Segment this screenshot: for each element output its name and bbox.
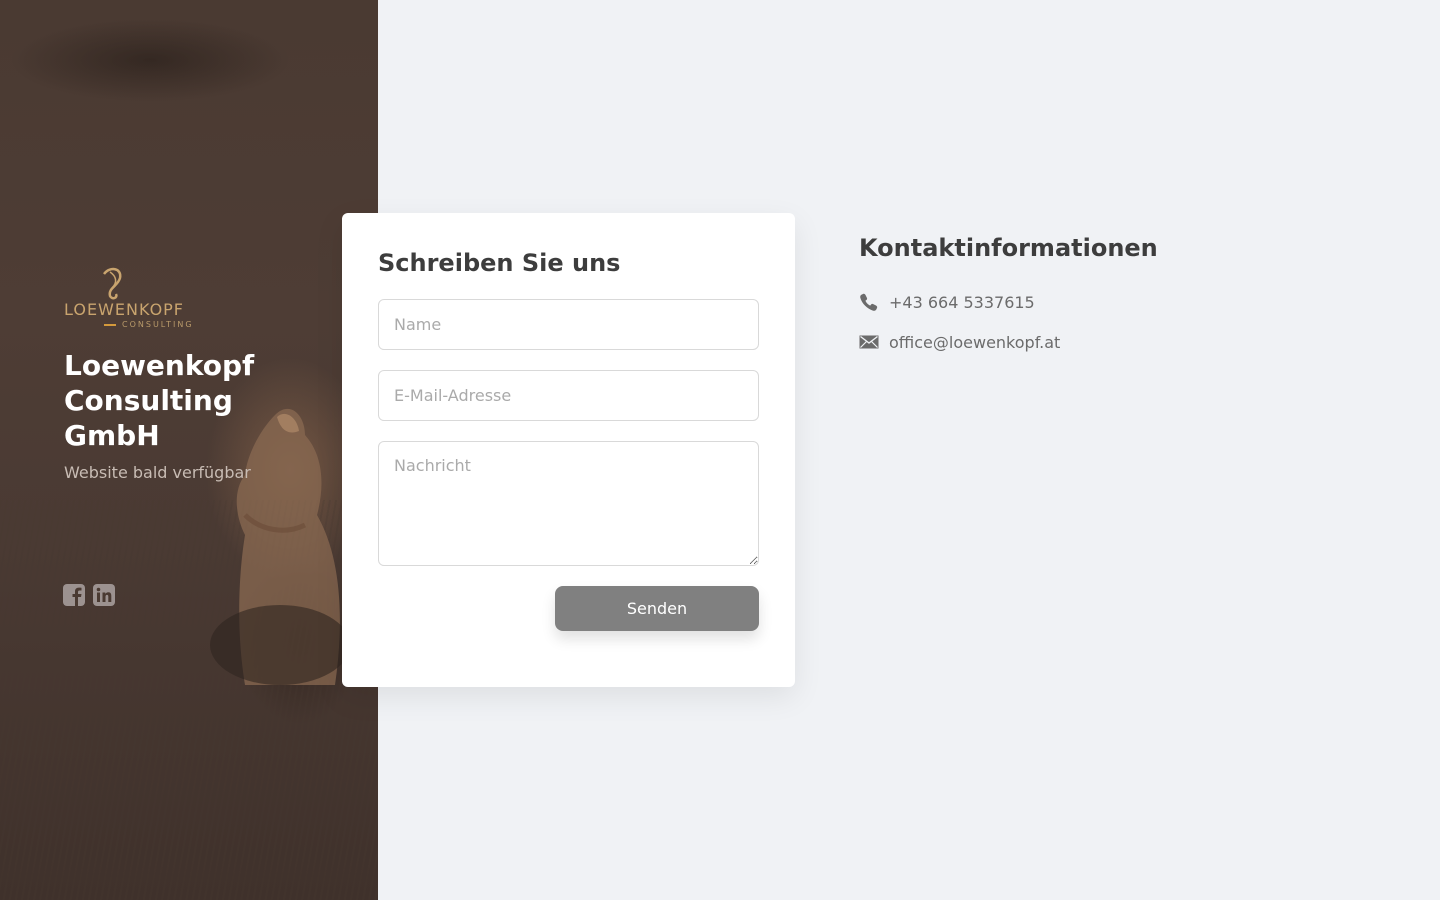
company-name: Loewenkopf Consulting GmbH	[64, 349, 255, 452]
contact-phone[interactable]: +43 664 5337615	[889, 293, 1035, 312]
facebook-icon[interactable]	[63, 584, 85, 606]
email-input[interactable]	[378, 370, 759, 421]
envelope-icon	[859, 335, 879, 349]
contact-phone-row: +43 664 5337615	[859, 292, 1035, 312]
contact-info-title: Kontaktinformationen	[859, 234, 1158, 262]
hero-panel: LOEWENKOPF CONSULTING Loewenkopf Consult…	[0, 0, 378, 900]
logo-wordmark: LOEWENKOPF	[64, 300, 185, 319]
social-links	[63, 584, 115, 606]
phone-icon	[860, 293, 878, 311]
form-title: Schreiben Sie uns	[378, 249, 621, 277]
name-input[interactable]	[378, 299, 759, 350]
contact-email[interactable]: office@loewenkopf.at	[889, 333, 1060, 352]
logo-subtitle: CONSULTING	[104, 320, 194, 329]
message-textarea[interactable]	[378, 441, 759, 566]
contact-email-row: office@loewenkopf.at	[859, 332, 1060, 352]
logo-subtitle-text: CONSULTING	[122, 320, 194, 329]
contact-form-card: Schreiben Sie uns Senden	[342, 213, 795, 687]
send-button[interactable]: Senden	[555, 586, 759, 631]
tagline: Website bald verfügbar	[64, 463, 251, 482]
linkedin-icon[interactable]	[93, 584, 115, 606]
